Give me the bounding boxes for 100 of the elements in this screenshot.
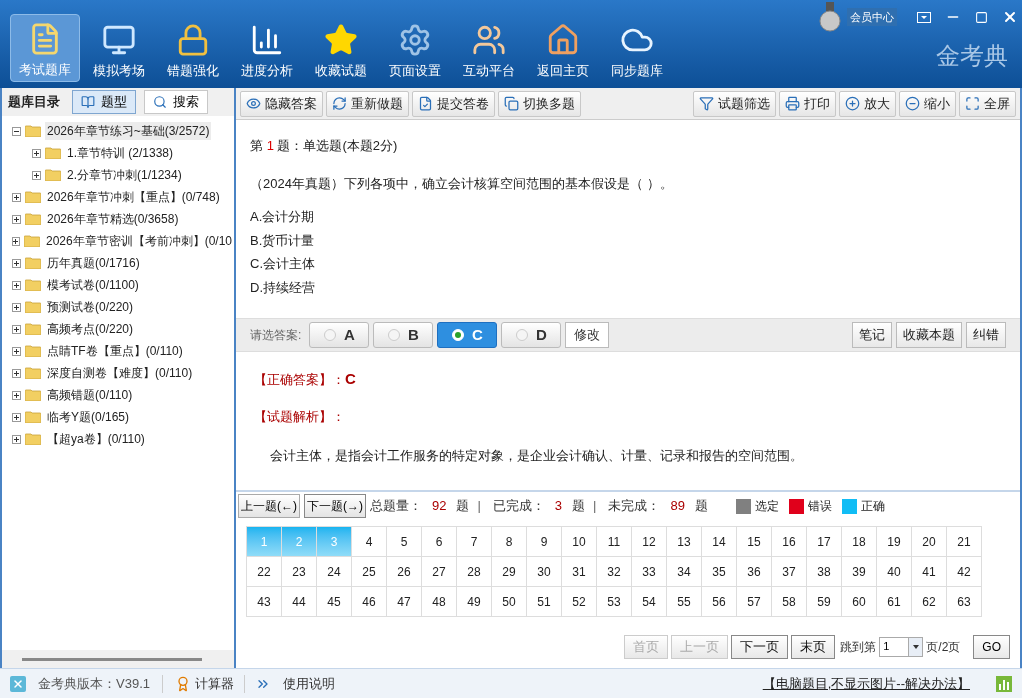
question-number-cell[interactable]: 17 (807, 527, 842, 557)
question-number-cell[interactable]: 58 (772, 587, 807, 617)
tree-item[interactable]: 2.分章节冲刺(1/1234) (65, 166, 184, 184)
question-number-cell[interactable]: 63 (947, 587, 982, 617)
next-question-button[interactable]: 下一题(→) (304, 494, 366, 518)
expand-icon[interactable] (12, 280, 21, 290)
question-number-cell[interactable]: 45 (317, 587, 352, 617)
question-number-cell[interactable]: 7 (457, 527, 492, 557)
expand-icon[interactable] (12, 434, 21, 444)
question-number-cell[interactable]: 23 (282, 557, 317, 587)
question-number-cell[interactable]: 57 (737, 587, 772, 617)
question-number-cell[interactable]: 20 (912, 527, 947, 557)
question-number-cell[interactable]: 25 (352, 557, 387, 587)
member-center-button[interactable]: 会员中心 (847, 8, 897, 26)
question-number-cell[interactable]: 24 (317, 557, 352, 587)
question-number-cell[interactable]: 18 (842, 527, 877, 557)
expand-icon[interactable] (12, 368, 21, 378)
nav-tab[interactable]: 同步题库 (602, 14, 672, 82)
question-number-cell[interactable]: 32 (597, 557, 632, 587)
toolbar-button[interactable]: 提交答卷 (412, 90, 495, 117)
tree-item[interactable]: 预测试卷(0/220) (45, 298, 136, 316)
tree-item[interactable]: 模考试卷(0/1100) (45, 276, 141, 294)
question-number-cell[interactable]: 12 (632, 527, 667, 557)
question-number-cell[interactable]: 42 (947, 557, 982, 587)
choice-button[interactable]: D (501, 322, 562, 348)
nav-tab[interactable]: 页面设置 (380, 14, 450, 82)
question-number-cell[interactable]: 11 (597, 527, 632, 557)
toolbar-button[interactable]: 缩小 (899, 90, 956, 117)
question-number-cell[interactable]: 14 (702, 527, 737, 557)
question-number-cell[interactable]: 30 (527, 557, 562, 587)
toolbar-button[interactable]: 隐藏答案 (240, 90, 323, 117)
tree-item[interactable]: 2026年章节冲刺【重点】(0/748) (45, 188, 222, 206)
question-number-cell[interactable]: 52 (562, 587, 597, 617)
question-number-cell[interactable]: 38 (807, 557, 842, 587)
question-number-cell[interactable]: 56 (702, 587, 737, 617)
toolbar-button[interactable]: 试题筛选 (693, 90, 776, 117)
page-button[interactable]: 末页 (791, 634, 836, 659)
tree-item[interactable]: 1.章节特训 (2/1338) (65, 144, 176, 162)
question-number-cell[interactable]: 50 (492, 587, 527, 617)
question-number-cell[interactable]: 28 (457, 557, 492, 587)
question-number-cell[interactable]: 49 (457, 587, 492, 617)
close-icon[interactable] (1002, 9, 1018, 25)
question-number-cell[interactable]: 21 (947, 527, 982, 557)
question-number-cell[interactable]: 5 (387, 527, 422, 557)
action-button[interactable]: 纠错 (966, 322, 1006, 348)
question-number-cell[interactable]: 44 (282, 587, 317, 617)
question-number-cell[interactable]: 22 (247, 557, 282, 587)
expand-icon[interactable] (12, 324, 21, 334)
tree-item[interactable]: 【超ya卷】(0/110) (45, 430, 147, 448)
expand-icon[interactable] (32, 148, 41, 158)
dropdown-icon[interactable] (917, 11, 931, 23)
tree-item[interactable]: 2026年章节练习~基础(3/2572) (45, 122, 212, 140)
question-number-cell[interactable]: 31 (562, 557, 597, 587)
maximize-icon[interactable] (975, 10, 988, 24)
sidebar-tab[interactable]: 搜索 (144, 90, 208, 114)
modify-button[interactable]: 修改 (565, 322, 610, 348)
question-number-cell[interactable]: 35 (702, 557, 737, 587)
expand-icon[interactable] (32, 170, 41, 180)
question-number-cell[interactable]: 40 (877, 557, 912, 587)
question-number-cell[interactable]: 9 (527, 527, 562, 557)
action-button[interactable]: 收藏本题 (896, 322, 962, 348)
question-number-cell[interactable]: 10 (562, 527, 597, 557)
question-number-cell[interactable]: 39 (842, 557, 877, 587)
question-number-cell[interactable]: 37 (772, 557, 807, 587)
toolbar-button[interactable]: 全屏 (959, 90, 1016, 117)
tree-item[interactable]: 点睛TF卷【重点】(0/110) (45, 342, 185, 360)
tree-item[interactable]: 临考Y题(0/165) (45, 408, 132, 426)
question-number-cell[interactable]: 41 (912, 557, 947, 587)
action-button[interactable]: 笔记 (852, 322, 892, 348)
tree-item[interactable]: 2026年章节精选(0/3658) (45, 210, 181, 228)
question-number-cell[interactable]: 61 (877, 587, 912, 617)
toolbar-button[interactable]: 重新做题 (326, 90, 409, 117)
question-number-cell[interactable]: 51 (527, 587, 562, 617)
nav-tab[interactable]: 进度分析 (232, 14, 302, 82)
question-number-cell[interactable]: 46 (352, 587, 387, 617)
question-number-cell[interactable]: 8 (492, 527, 527, 557)
expand-icon[interactable] (12, 236, 20, 246)
question-number-cell[interactable]: 19 (877, 527, 912, 557)
toolbar-button[interactable]: 打印 (779, 90, 836, 117)
previous-question-button[interactable]: 上一题(←) (238, 494, 300, 518)
choice-button[interactable]: A (309, 322, 370, 348)
tree-item[interactable]: 高频考点(0/220) (45, 320, 136, 338)
question-number-cell[interactable]: 34 (667, 557, 702, 587)
question-number-cell[interactable]: 54 (632, 587, 667, 617)
toolbar-button[interactable]: 切换多题 (498, 90, 581, 117)
nav-tab[interactable]: 返回主页 (528, 14, 598, 82)
choice-button[interactable]: B (373, 322, 434, 348)
expand-icon[interactable] (12, 346, 21, 356)
toolbar-button[interactable]: 放大 (839, 90, 896, 117)
question-number-cell[interactable]: 29 (492, 557, 527, 587)
question-number-cell[interactable]: 60 (842, 587, 877, 617)
expand-icon[interactable] (12, 302, 21, 312)
nav-tab[interactable]: 互动平台 (454, 14, 524, 82)
go-button[interactable]: GO (973, 634, 1010, 659)
expand-icon[interactable] (12, 258, 21, 268)
question-number-cell[interactable]: 27 (422, 557, 457, 587)
calculator-button[interactable]: 计算器 (175, 673, 234, 694)
tree-item[interactable]: 2026年章节密训【考前冲刺】(0/10 (43, 232, 234, 250)
tree-item[interactable]: 历年真题(0/1716) (45, 254, 142, 272)
question-number-cell[interactable]: 48 (422, 587, 457, 617)
